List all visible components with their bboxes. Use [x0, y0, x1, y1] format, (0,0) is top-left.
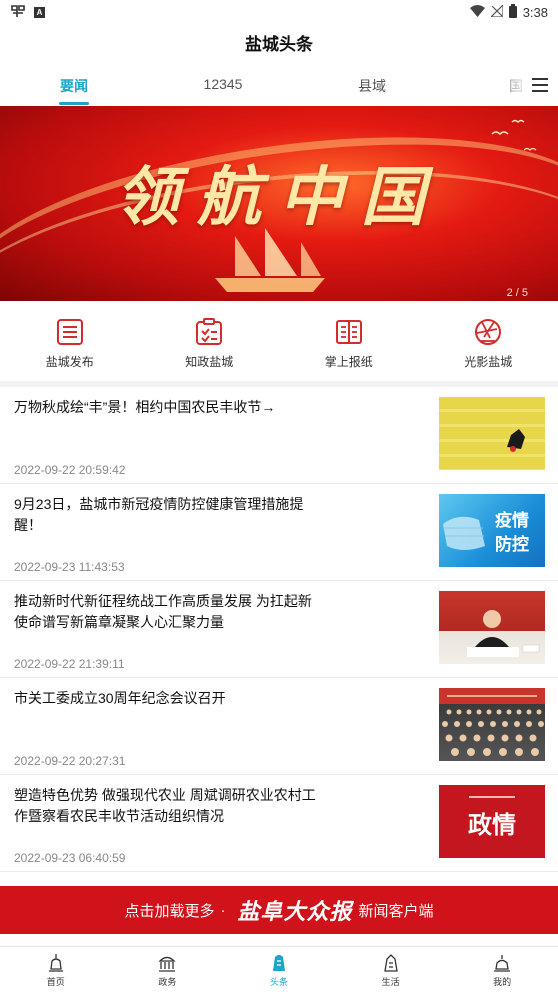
aperture-icon [475, 319, 502, 345]
news-list: 万物秋成绘“丰”景！相约中国农民丰收节→ 2022-09-22 20:59:42… [0, 387, 558, 872]
shortcut-photo[interactable]: 光影盐城 [419, 301, 558, 381]
news-item-politics[interactable]: 塑造特色优势 做强现代农业 周斌调研农业农村工作暨察看农民丰收节活动组织情况 2… [0, 775, 558, 872]
news-thumbnail [439, 688, 545, 761]
news-thumbnail [439, 591, 545, 664]
promo-suffix: 新闻客户端 [358, 902, 434, 920]
shortcut-label: 盐城发布 [45, 355, 94, 369]
news-item-meeting[interactable]: 市关工委成立30周年纪念会议召开 2022-09-22 20:27:31 [0, 678, 558, 775]
tab-xianyu[interactable]: 县域 [322, 76, 422, 96]
nav-label: 首页 [46, 977, 65, 987]
nav-headline[interactable]: 头条 [223, 947, 335, 992]
news-title: 推动新时代新征程统战工作高质量发展 为扛起新使命谱写新篇章凝聚人心汇聚力量 [14, 593, 312, 630]
nav-home[interactable]: 首页 [0, 947, 112, 992]
nav-profile[interactable]: 我的 [446, 947, 558, 992]
status-bar: A 3:38 [0, 0, 558, 24]
news-title: 9月23日，盐城市新冠疫情防控健康管理措施提醒！ [14, 496, 304, 533]
no-signal-icon [489, 3, 504, 20]
home-icon [48, 954, 63, 972]
news-thumbnail [439, 397, 545, 470]
hero-banner[interactable]: 领航中国 2 / 5 [0, 106, 558, 301]
news-title: 塑造特色优势 做强现代农业 周斌调研农业农村工作暨察看农民丰收节活动组织情况 [14, 787, 316, 824]
carrier-logo-icon [10, 4, 26, 21]
shortcut-row: 盐城发布 知政盐城 掌上报纸 光影盐城 [0, 301, 558, 381]
news-thumbnail: 疫情 防控 [439, 494, 545, 567]
clipboard-check-icon [196, 318, 223, 345]
news-title: 万物秋成绘“丰”景！相约中国农民丰收节→ [14, 399, 276, 415]
shortcut-label: 知政盐城 [185, 355, 234, 369]
tab-active-indicator [59, 102, 89, 105]
news-time: 2022-09-22 20:59:42 [14, 463, 126, 477]
nav-label: 头条 [269, 977, 288, 987]
shortcut-label: 掌上报纸 [324, 355, 373, 369]
nav-label: 政务 [158, 977, 177, 987]
newspaper-icon [335, 320, 362, 344]
shortcut-newspaper[interactable]: 掌上报纸 [279, 301, 419, 381]
svg-text:防控: 防控 [495, 534, 529, 555]
status-time: 3:38 [522, 4, 548, 20]
promo-separator: · [220, 901, 226, 919]
shortcut-zhizheng[interactable]: 知政盐城 [140, 301, 280, 381]
headline-icon [272, 955, 285, 971]
load-more-text: 点击加载更多 [124, 902, 215, 920]
page-title: 盐城头条 [245, 35, 313, 54]
news-time: 2022-09-22 21:39:11 [14, 657, 125, 671]
news-title: 市关工委成立30周年纪念会议召开 [14, 690, 226, 706]
nav-life[interactable]: 生活 [335, 947, 447, 992]
news-time: 2022-09-23 06:40:59 [14, 851, 126, 865]
load-more-banner[interactable]: 点击加载更多 · 盐阜大众报 新闻客户端 [0, 886, 558, 934]
svg-text:政情: 政情 [468, 810, 516, 839]
nav-label: 我的 [493, 977, 512, 987]
nav-government[interactable]: 政务 [112, 947, 224, 992]
profile-icon [494, 955, 511, 972]
wifi-icon [469, 4, 485, 20]
tab-strip: 要闻 12345 县域 国 [0, 66, 558, 106]
list-icon [56, 319, 83, 345]
life-icon [383, 954, 398, 972]
news-time: 2022-09-23 11:43:53 [14, 560, 125, 574]
shortcut-yancheng-release[interactable]: 盐城发布 [0, 301, 140, 381]
tab-fade [494, 66, 530, 106]
banner-page-indicator: 2 / 5 [506, 287, 528, 299]
tab-yaowen[interactable]: 要闻 [24, 76, 124, 96]
news-time: 2022-09-22 20:27:31 [14, 754, 126, 768]
banner-headline: 领航中国 [115, 160, 443, 235]
news-item-epidemic[interactable]: 9月23日，盐城市新冠疫情防控健康管理措施提醒！ 2022-09-23 11:4… [0, 484, 558, 581]
menu-icon[interactable] [532, 78, 548, 92]
news-item-harvest[interactable]: 万物秋成绘“丰”景！相约中国农民丰收节→ 2022-09-22 20:59:42 [0, 387, 558, 484]
tab-12345[interactable]: 12345 [173, 76, 273, 92]
sailing-ship-icon [215, 228, 325, 292]
a-icon: A [34, 6, 45, 18]
government-icon [158, 956, 176, 972]
nav-label: 生活 [381, 977, 400, 987]
svg-text:疫情: 疫情 [495, 510, 529, 531]
battery-icon [508, 3, 517, 21]
news-thumbnail: 政情 [439, 785, 545, 858]
news-item-united-front[interactable]: 推动新时代新征程统战工作高质量发展 为扛起新使命谱写新篇章凝聚人心汇聚力量 20… [0, 581, 558, 678]
brand-logo-text: 盐阜大众报 [237, 899, 353, 925]
shortcut-label: 光影盐城 [464, 355, 513, 369]
bottom-nav: 首页 政务 头条 生活 我的 [0, 946, 558, 992]
